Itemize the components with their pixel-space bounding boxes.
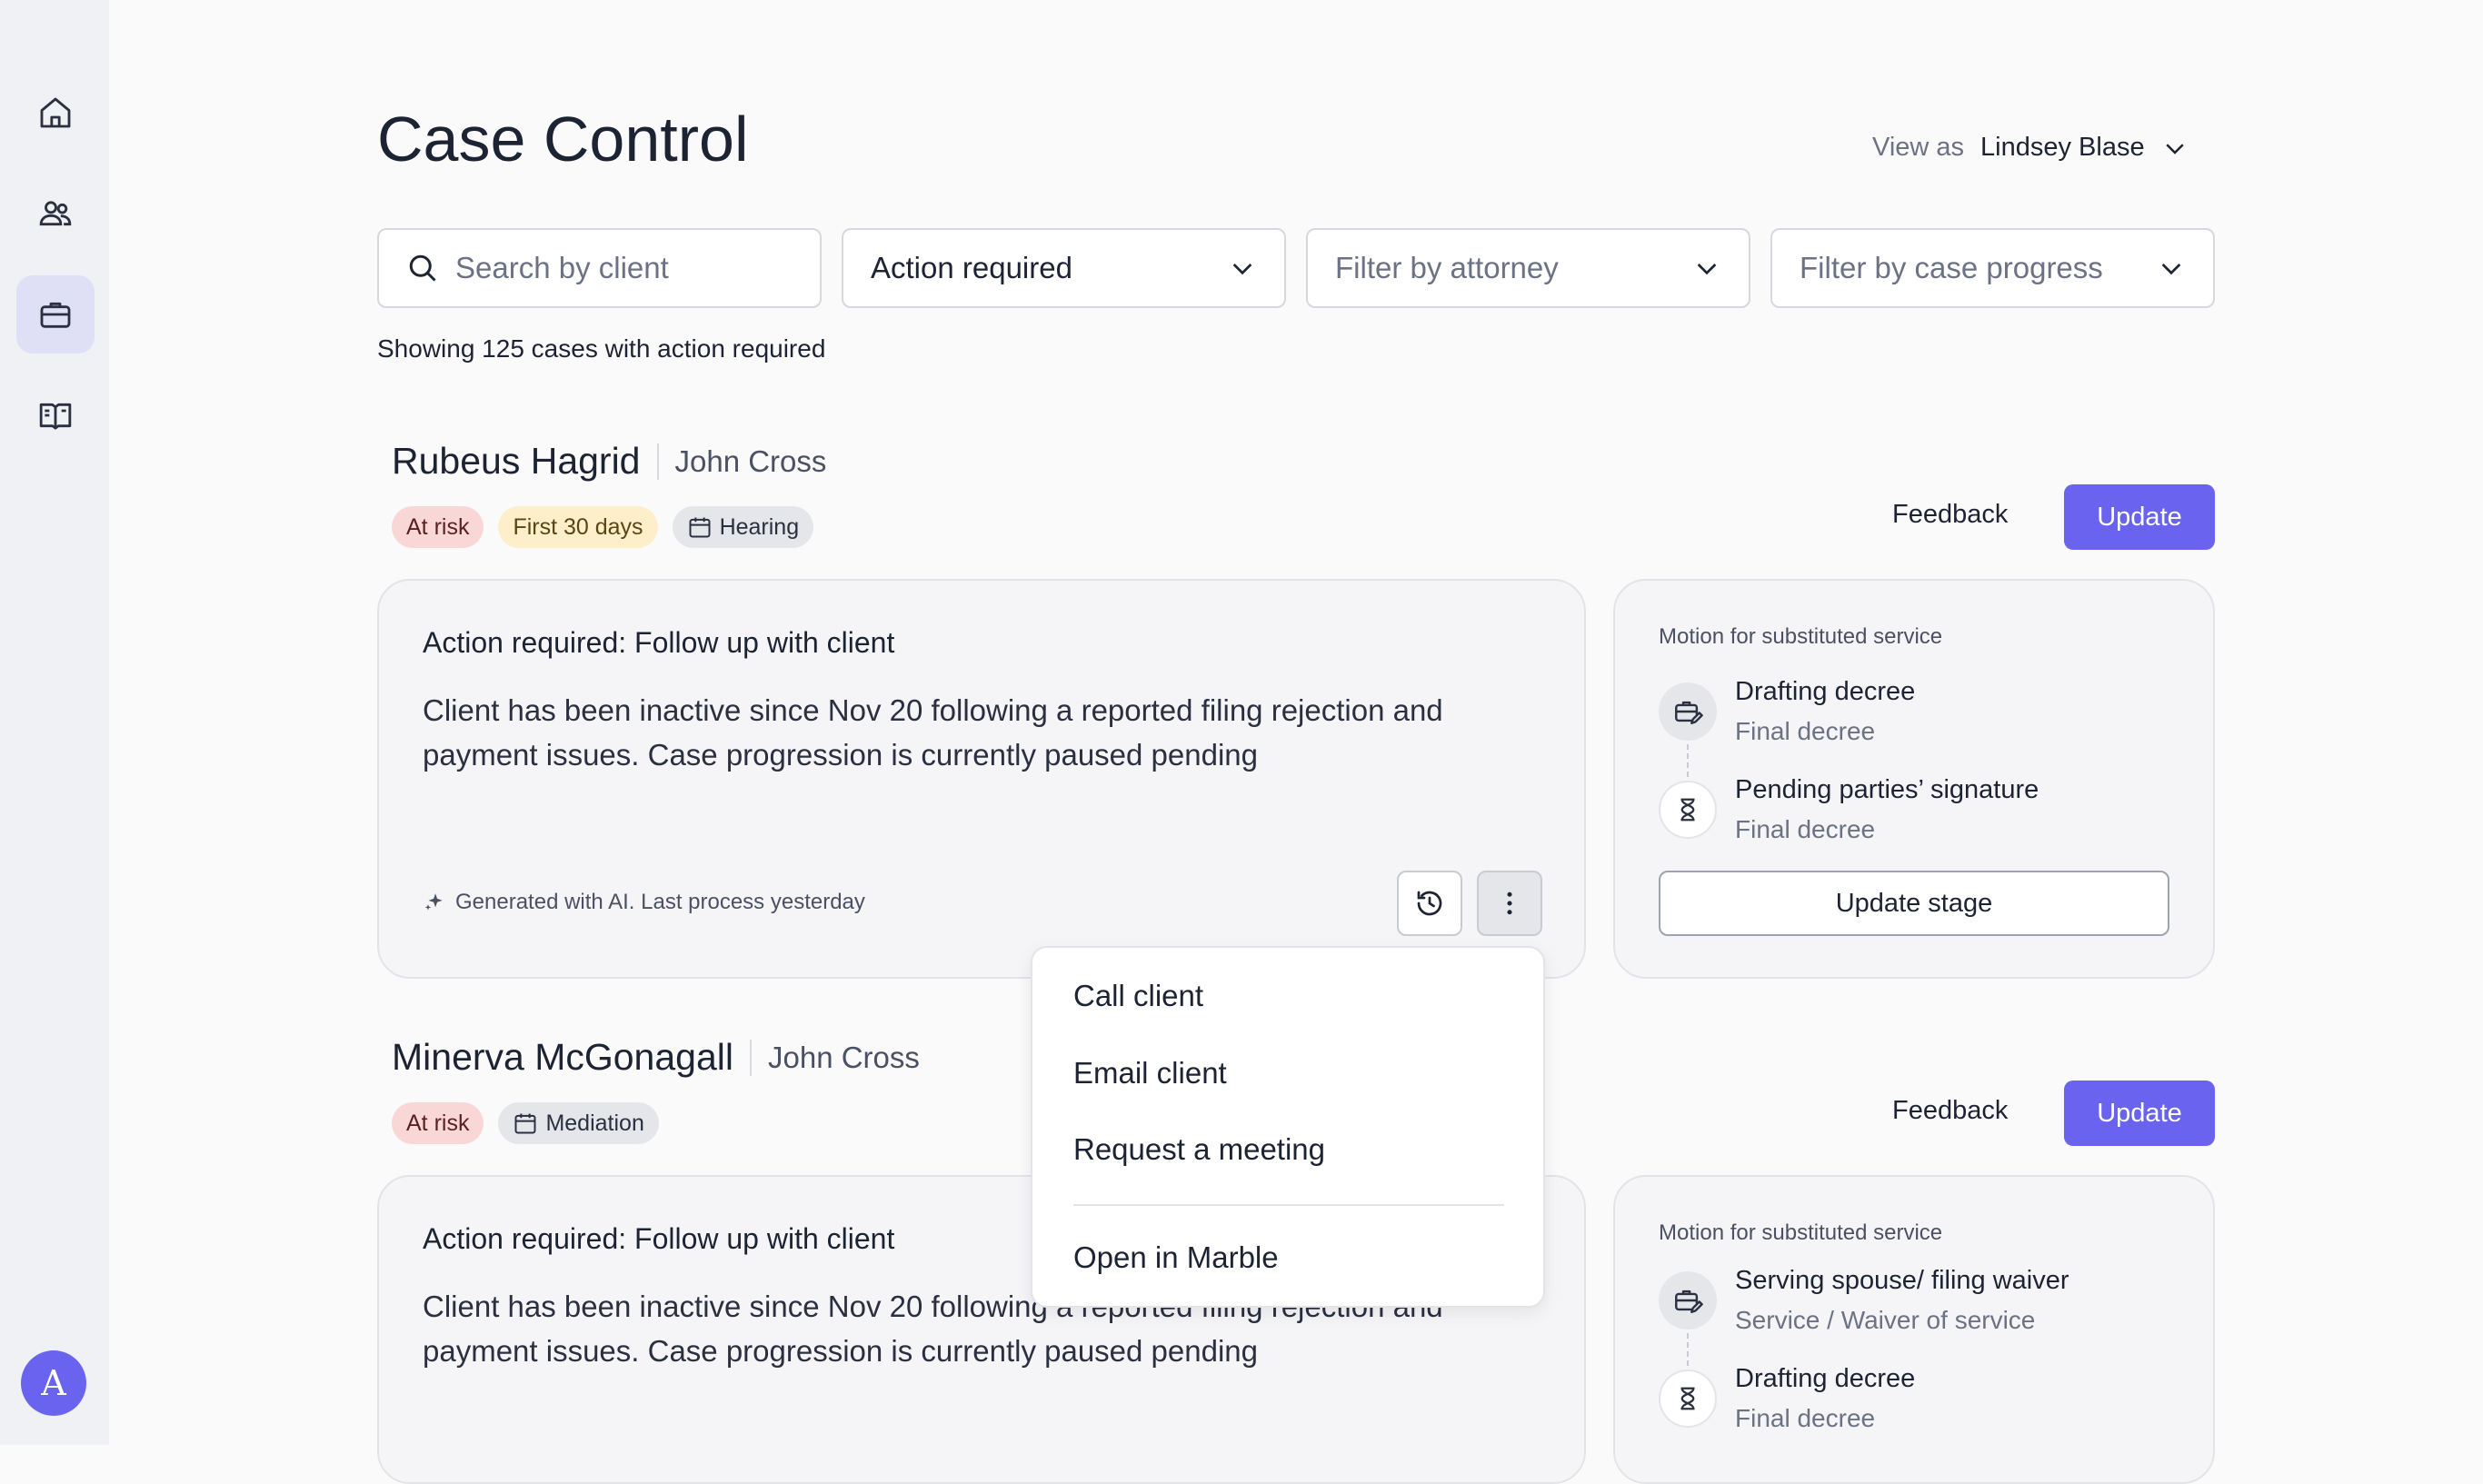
step-connector bbox=[1687, 1333, 1689, 1366]
progress-filter-placeholder: Filter by case progress bbox=[1800, 251, 2103, 284]
calendar-icon bbox=[689, 517, 711, 538]
step-icon bbox=[1659, 682, 1717, 741]
attorney-filter-placeholder: Filter by attorney bbox=[1335, 251, 1559, 284]
divider bbox=[750, 1039, 752, 1076]
motion-title: Motion for substituted service bbox=[1659, 624, 1943, 649]
progress-filter-select[interactable]: Filter by case progress bbox=[1770, 228, 2215, 308]
status-filter-select[interactable]: Action required bbox=[842, 228, 1286, 308]
client-name[interactable]: Rubeus Hagrid bbox=[392, 440, 641, 483]
action-title: Action required: Follow up with client bbox=[423, 1222, 895, 1255]
menu-item-email-client[interactable]: Email client bbox=[1073, 1056, 1227, 1091]
briefcase-edit-icon bbox=[1675, 1290, 1703, 1313]
results-summary: Showing 125 cases with action required bbox=[377, 334, 826, 363]
menu-item-request-meeting[interactable]: Request a meeting bbox=[1073, 1132, 1325, 1167]
sidebar-item-library[interactable] bbox=[16, 376, 95, 454]
sidebar: A bbox=[0, 0, 109, 1445]
update-stage-button[interactable]: Update stage bbox=[1659, 871, 2169, 936]
hourglass-icon bbox=[1680, 1387, 1695, 1410]
attorney-filter-select[interactable]: Filter by attorney bbox=[1306, 228, 1750, 308]
people-icon bbox=[39, 201, 72, 226]
divider bbox=[656, 443, 659, 480]
step-icon bbox=[1659, 781, 1717, 839]
briefcase-icon bbox=[40, 302, 71, 328]
chevron-down-icon bbox=[1697, 264, 1717, 275]
feedback-button[interactable]: Feedback bbox=[1892, 1096, 2008, 1126]
history-button[interactable] bbox=[1397, 871, 1462, 936]
event-badge-label: Mediation bbox=[545, 1110, 644, 1136]
sparkle-icon bbox=[424, 893, 443, 911]
case-tags: At risk First 30 days Hearing bbox=[392, 506, 814, 548]
home-icon bbox=[40, 97, 71, 128]
step-subtitle: Service / Waiver of service bbox=[1735, 1306, 2036, 1334]
event-badge: Mediation bbox=[498, 1102, 659, 1144]
menu-item-open-in-marble[interactable]: Open in Marble bbox=[1073, 1240, 1279, 1275]
attorney-name: John Cross bbox=[768, 1040, 920, 1074]
chevron-down-icon bbox=[2165, 143, 2184, 154]
case-header: Minerva McGonagall John Cross bbox=[392, 1036, 920, 1079]
ai-note: Generated with AI. Last process yesterda… bbox=[423, 890, 865, 915]
status-filter-value: Action required bbox=[871, 251, 1072, 284]
chevron-down-icon bbox=[1232, 264, 1252, 275]
action-description: Client has been inactive since Nov 20 fo… bbox=[423, 693, 1443, 772]
client-name[interactable]: Minerva McGonagall bbox=[392, 1036, 733, 1079]
history-icon bbox=[1417, 891, 1442, 916]
step-title: Drafting decree bbox=[1735, 1364, 1916, 1393]
book-icon bbox=[39, 403, 72, 430]
avatar[interactable]: A bbox=[21, 1350, 86, 1416]
attorney-name: John Cross bbox=[674, 443, 827, 478]
update-button[interactable]: Update bbox=[2064, 1081, 2215, 1146]
search-placeholder: Search by client bbox=[455, 251, 669, 284]
step-title: Drafting decree bbox=[1735, 677, 1916, 706]
search-input[interactable]: Search by client bbox=[377, 228, 822, 308]
period-badge: First 30 days bbox=[498, 506, 658, 548]
more-options-menu: Call client Email client Request a meeti… bbox=[1031, 946, 1545, 1308]
event-badge: Hearing bbox=[672, 506, 814, 548]
action-card: Action required: Follow up with client C… bbox=[377, 579, 1586, 979]
chevron-down-icon bbox=[2161, 264, 2181, 275]
ai-note-text: Generated with AI. Last process yesterda… bbox=[455, 890, 865, 914]
step-title: Pending parties’ signature bbox=[1735, 775, 2039, 804]
motion-card: Motion for substituted service Drafting … bbox=[1613, 579, 2215, 979]
motion-card: Motion for substituted service Serving s… bbox=[1613, 1175, 2215, 1484]
step-title: Serving spouse/ filing waiver bbox=[1735, 1266, 2069, 1295]
sidebar-item-clients[interactable] bbox=[16, 174, 95, 253]
calendar-icon bbox=[514, 1113, 536, 1134]
page-title: Case Control bbox=[377, 104, 749, 174]
step-icon bbox=[1659, 1271, 1717, 1330]
status-badge: At risk bbox=[392, 1102, 484, 1144]
step-subtitle: Final decree bbox=[1735, 717, 1876, 745]
hourglass-icon bbox=[1680, 798, 1695, 822]
step-connector bbox=[1687, 744, 1689, 777]
more-options-button[interactable] bbox=[1477, 871, 1542, 936]
case-header: Rubeus Hagrid John Cross bbox=[392, 440, 826, 483]
sidebar-item-home[interactable] bbox=[16, 74, 95, 152]
menu-divider bbox=[1073, 1204, 1504, 1206]
status-badge: At risk bbox=[392, 506, 484, 548]
feedback-button[interactable]: Feedback bbox=[1892, 500, 2008, 530]
search-icon bbox=[409, 254, 436, 282]
update-button[interactable]: Update bbox=[2064, 484, 2215, 550]
view-as-selector[interactable]: View as Lindsey Blase bbox=[1872, 133, 2189, 163]
motion-title: Motion for substituted service bbox=[1659, 1220, 1943, 1245]
more-vertical-icon bbox=[1507, 891, 1512, 915]
case-tags: At risk Mediation bbox=[392, 1102, 659, 1144]
action-title: Action required: Follow up with client bbox=[423, 626, 895, 659]
sidebar-item-cases[interactable] bbox=[16, 275, 95, 354]
briefcase-edit-icon bbox=[1675, 701, 1703, 724]
step-icon bbox=[1659, 1369, 1717, 1428]
step-subtitle: Final decree bbox=[1735, 815, 1876, 843]
event-badge-label: Hearing bbox=[719, 513, 800, 540]
view-as-label: View as bbox=[1872, 133, 1965, 162]
step-subtitle: Final decree bbox=[1735, 1404, 1876, 1432]
menu-item-call-client[interactable]: Call client bbox=[1073, 979, 1203, 1013]
view-as-name: Lindsey Blase bbox=[1980, 133, 2145, 162]
